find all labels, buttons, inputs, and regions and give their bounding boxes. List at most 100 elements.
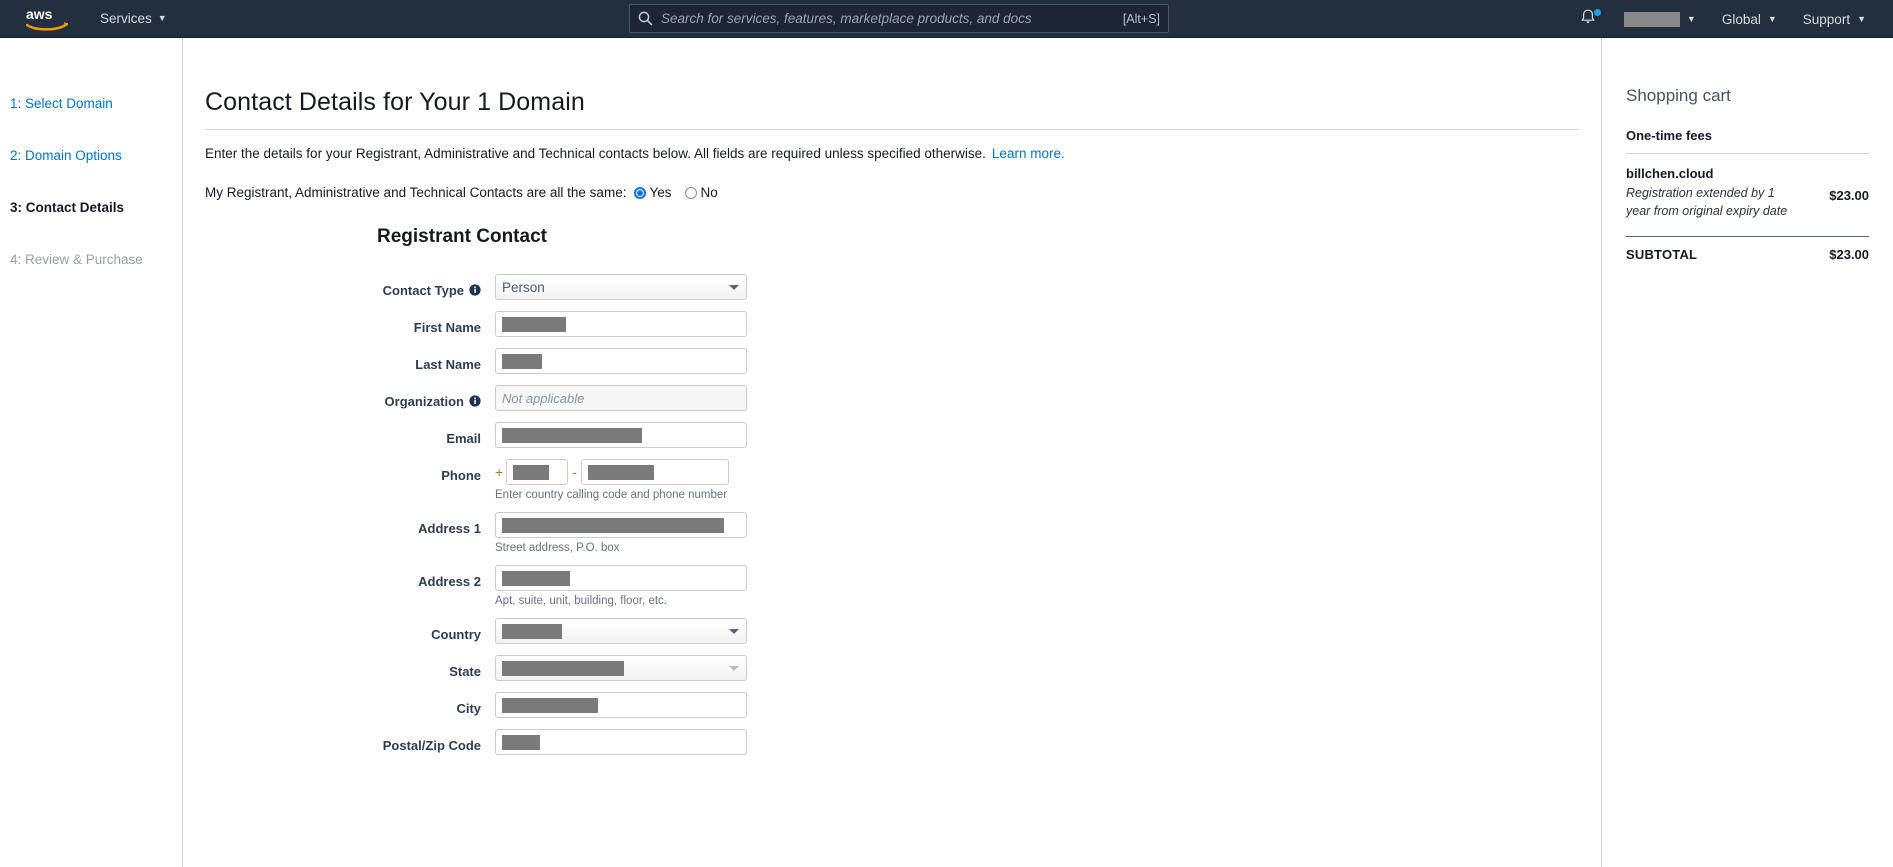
first-name-redacted-value: [502, 316, 566, 332]
info-icon[interactable]: [469, 284, 481, 296]
field-country: [495, 618, 747, 644]
support-menu-button[interactable]: Support ▼: [1790, 12, 1879, 27]
address2-redacted-value: [502, 570, 570, 586]
state-select[interactable]: [495, 655, 747, 681]
cart-line-item: billchen.cloud Registration extended by …: [1626, 166, 1869, 220]
form-row-contact-type: Contact Type Person: [205, 274, 1601, 300]
learn-more-link[interactable]: Learn more.: [992, 146, 1065, 161]
intro-text: Enter the details for your Registrant, A…: [205, 146, 986, 161]
search-shortcut-hint: [Alt+S]: [1122, 11, 1160, 26]
radio-option-no[interactable]: No: [685, 185, 718, 200]
notification-badge-dot: [1593, 9, 1601, 16]
phone-inputs-row: + -: [495, 459, 729, 485]
label-contact-type: Contact Type: [382, 282, 464, 298]
cart-total-divider: [1626, 236, 1869, 238]
chevron-down-icon: ▼: [157, 13, 167, 23]
field-postal-code: [495, 729, 747, 755]
form-row-address2: Address 2 Apt, suite, unit, building, fl…: [205, 565, 1601, 607]
chevron-down-icon: [729, 285, 739, 290]
title-divider: [205, 129, 1579, 130]
cart-subtotal-label: SUBTOTAL: [1626, 247, 1698, 263]
state-redacted-value: [502, 660, 624, 676]
label-organization-wrap: Organization: [205, 385, 495, 411]
chevron-down-icon: [729, 666, 739, 671]
radio-no-input[interactable]: [685, 186, 698, 199]
last-name-input[interactable]: [495, 348, 747, 374]
label-state: State: [449, 663, 481, 679]
page-body: 1: Select Domain 2: Domain Options 3: Co…: [0, 38, 1893, 867]
shopping-cart-title: Shopping cart: [1626, 86, 1731, 105]
contact-type-value: Person: [502, 279, 545, 295]
email-redacted-value: [502, 427, 642, 443]
services-menu-label: Services: [100, 11, 152, 26]
phone-plus-prefix: +: [495, 464, 504, 480]
form-row-state: State: [205, 655, 1601, 681]
region-label: Global: [1721, 11, 1761, 27]
cart-item-price: $23.00: [1829, 188, 1869, 203]
cart-section-one-time-fees: One-time fees: [1626, 128, 1712, 143]
phone-separator: -: [572, 464, 577, 480]
contact-type-select[interactable]: Person: [495, 274, 747, 300]
cart-subtotal-row: SUBTOTAL $23.00: [1626, 247, 1869, 262]
country-select[interactable]: [495, 618, 747, 644]
radio-yes-input[interactable]: [634, 186, 647, 199]
sidebar-item-select-domain[interactable]: 1: Select Domain: [10, 96, 182, 111]
address2-input[interactable]: [495, 565, 747, 591]
account-menu-button[interactable]: ▼: [1611, 11, 1709, 27]
label-postal-code: Postal/Zip Code: [382, 737, 481, 753]
support-label: Support: [1802, 11, 1851, 27]
form-row-organization: Organization Not applicable: [205, 385, 1601, 411]
wizard-steps-sidebar: 1: Select Domain 2: Domain Options 3: Co…: [0, 38, 183, 867]
services-menu-button[interactable]: Services ▼: [100, 11, 167, 26]
label-country: Country: [431, 626, 481, 642]
chevron-down-icon: ▼: [1857, 13, 1866, 24]
organization-input[interactable]: Not applicable: [495, 385, 747, 411]
phone-number-redacted-value: [587, 464, 654, 480]
field-state: [495, 655, 747, 681]
label-email: Email: [446, 430, 481, 446]
svg-text:aws: aws: [26, 6, 53, 22]
search-input[interactable]: Search for services, features, marketpla…: [661, 11, 1115, 26]
cart-item-domain-name: billchen.cloud: [1626, 166, 1714, 181]
label-address2: Address 2: [418, 573, 481, 589]
sidebar-item-review-purchase: 4: Review & Purchase: [10, 252, 143, 267]
field-organization: Not applicable: [495, 385, 747, 411]
postal-code-input[interactable]: [495, 729, 747, 755]
label-city: City: [456, 700, 481, 716]
city-redacted-value: [502, 697, 598, 713]
field-last-name: [495, 348, 747, 374]
same-contacts-radio-group: Yes No: [634, 185, 731, 200]
cart-item-info: billchen.cloud Registration extended by …: [1626, 166, 1791, 220]
sidebar-item-domain-options[interactable]: 2: Domain Options: [10, 148, 182, 163]
address1-redacted-value: [502, 517, 724, 533]
form-row-address1: Address 1 Street address, P.O. box: [205, 512, 1601, 554]
label-phone: Phone: [441, 467, 481, 483]
form-row-phone: Phone + - Enter country calling code and…: [205, 459, 1601, 501]
country-redacted-value: [502, 623, 562, 639]
field-address2: Apt, suite, unit, building, floor, etc.: [495, 565, 747, 607]
organization-placeholder: Not applicable: [502, 390, 585, 406]
phone-number-input[interactable]: [580, 459, 729, 485]
same-contacts-row: My Registrant, Administrative and Techni…: [205, 185, 1601, 200]
form-row-country: Country: [205, 618, 1601, 644]
field-phone: + - Enter country calling code and phone…: [495, 459, 729, 501]
info-icon[interactable]: [469, 395, 481, 407]
phone-country-code-input[interactable]: [506, 459, 569, 485]
label-first-name: First Name: [413, 319, 481, 335]
email-input[interactable]: [495, 422, 747, 448]
aws-logo-icon[interactable]: aws: [25, 6, 69, 32]
first-name-input[interactable]: [495, 311, 747, 337]
notifications-bell-icon[interactable]: [1579, 8, 1601, 30]
phone-hint: Enter country calling code and phone num…: [495, 489, 728, 501]
chevron-down-icon: ▼: [1686, 13, 1696, 24]
region-menu-button[interactable]: Global ▼: [1709, 12, 1790, 27]
address1-input[interactable]: [495, 512, 747, 538]
city-input[interactable]: [495, 692, 747, 718]
global-search-box[interactable]: Search for services, features, marketpla…: [629, 4, 1169, 33]
cart-item-description: Registration extended by 1 year from ori…: [1626, 186, 1788, 219]
radio-option-yes[interactable]: Yes: [634, 185, 671, 200]
account-name-redacted: [1623, 11, 1680, 27]
chevron-down-icon: [729, 629, 739, 634]
address1-hint: Street address, P.O. box: [495, 542, 620, 554]
field-contact-type: Person: [495, 274, 747, 300]
